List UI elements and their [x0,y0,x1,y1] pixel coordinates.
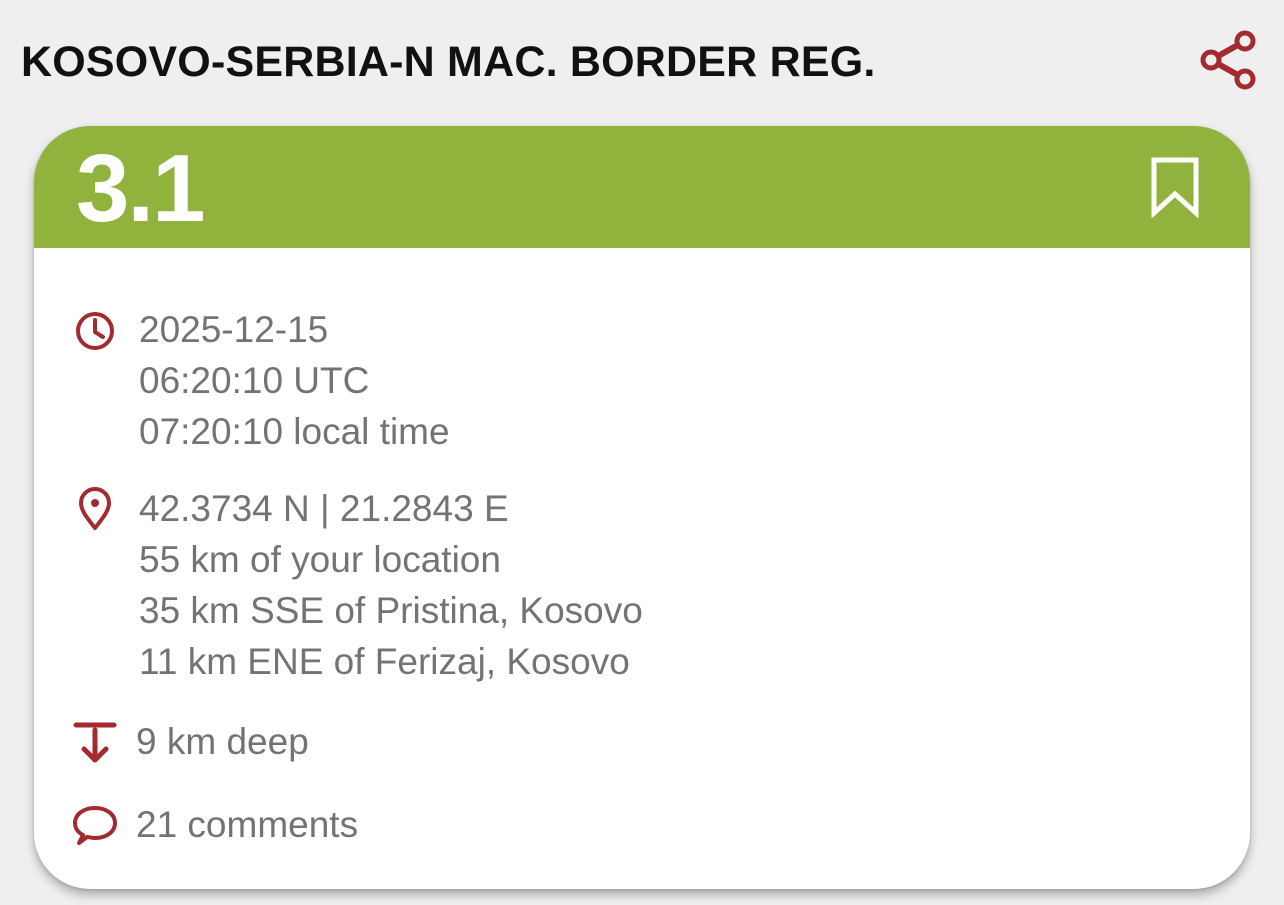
depth-value: 9 km deep [136,721,309,762]
clock-icon [76,312,114,350]
magnitude-header: 3.1 [34,126,1250,248]
nearby-place-2: 11 km ENE of Ferizaj, Kosovo [139,641,630,682]
earthquake-card[interactable]: 3.1 2025-12-15 06:20:10 UTC 07:20:10 loc… [34,126,1250,889]
bookmark-icon[interactable] [1148,156,1202,218]
earthquake-detail-screen: KOSOVO-SERBIA-N MAC. BORDER REG. 3.1 202… [0,0,1284,905]
comment-icon[interactable] [72,803,118,849]
distance-from-user: 55 km of your location [139,539,501,580]
event-utc-time: 06:20:10 UTC [139,360,370,401]
time-lines: 2025-12-15 06:20:10 UTC 07:20:10 local t… [139,304,450,457]
magnitude-value: 3.1 [76,135,205,242]
nearby-place-1: 35 km SSE of Pristina, Kosovo [139,590,643,631]
comments-lines: 21 comments [136,799,358,850]
depth-arrow-icon [73,722,117,763]
region-title: KOSOVO-SERBIA-N MAC. BORDER REG. [21,38,876,86]
coordinates: 42.3734 N | 21.2843 E [139,488,509,529]
depth-lines: 9 km deep [136,716,309,767]
event-local-time: 07:20:10 local time [139,411,450,452]
location-lines: 42.3734 N | 21.2843 E 55 km of your loca… [139,483,643,687]
map-pin-icon [79,487,111,530]
event-date: 2025-12-15 [139,309,329,350]
comments-count[interactable]: 21 comments [136,799,358,850]
share-icon[interactable] [1196,28,1260,92]
